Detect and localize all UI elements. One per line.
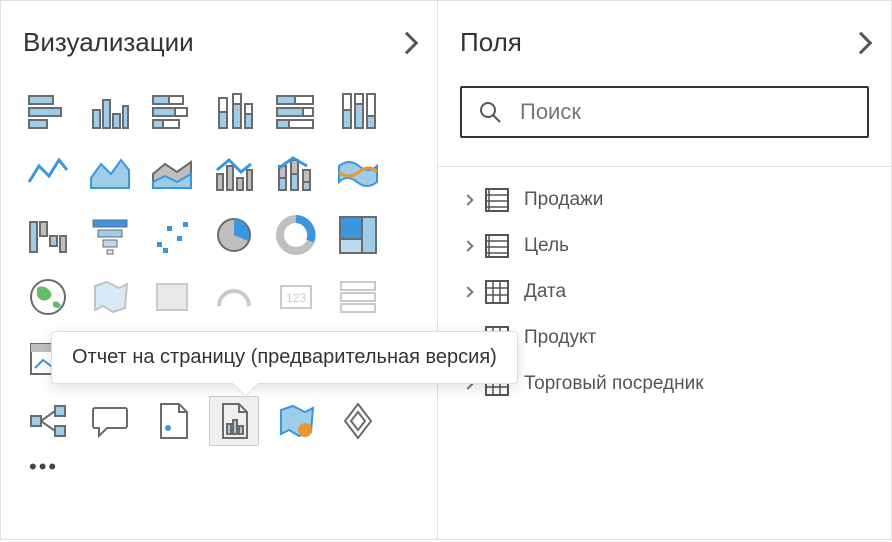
viz-key-influencers[interactable] <box>23 396 73 446</box>
field-item-goal[interactable]: Цель <box>460 223 869 269</box>
viz-stacked-column[interactable] <box>209 86 259 136</box>
visualizations-panel: Визуализации <box>0 0 438 540</box>
viz-line-stacked-column[interactable] <box>271 148 321 198</box>
viz-line-clustered-column[interactable] <box>209 148 259 198</box>
viz-paginated-report[interactable] <box>209 396 259 446</box>
viz-multirow-card[interactable] <box>333 272 383 322</box>
field-label: Дата <box>524 281 566 303</box>
viz-panel-title: Визуализации <box>23 27 194 58</box>
viz-filled-map[interactable] <box>85 272 135 322</box>
viz-arcgis[interactable] <box>271 396 321 446</box>
viz-scatter[interactable] <box>147 210 197 260</box>
viz-clustered-column[interactable] <box>85 86 135 136</box>
viz-qa[interactable] <box>85 396 135 446</box>
field-label: Торговый посредник <box>524 373 704 395</box>
viz-stacked-bar-h[interactable] <box>23 86 73 136</box>
viz-decomposition-tree[interactable] <box>147 396 197 446</box>
field-label: Цель <box>524 235 569 257</box>
viz-funnel[interactable] <box>85 210 135 260</box>
viz-pie[interactable] <box>209 210 259 260</box>
field-item-reseller[interactable]: Торговый посредник <box>460 361 869 407</box>
grid-table-icon <box>484 279 510 305</box>
viz-stacked-bar-h-2[interactable] <box>147 86 197 136</box>
viz-tooltip: Отчет на страницу (предварительная верси… <box>51 331 518 384</box>
calc-table-icon <box>484 187 510 213</box>
viz-stacked-area[interactable] <box>147 148 197 198</box>
viz-donut[interactable] <box>271 210 321 260</box>
viz-card[interactable]: 123 <box>271 272 321 322</box>
viz-power-apps[interactable] <box>333 396 383 446</box>
collapse-fields-icon[interactable] <box>850 31 873 54</box>
viz-100-stacked-column[interactable] <box>333 86 383 136</box>
collapse-viz-icon[interactable] <box>396 31 419 54</box>
field-label: Продукт <box>524 327 596 349</box>
chevron-right-icon <box>462 240 473 251</box>
viz-waterfall[interactable] <box>23 210 73 260</box>
chevron-right-icon <box>462 194 473 205</box>
search-input[interactable] <box>520 99 851 125</box>
viz-ribbon[interactable] <box>333 148 383 198</box>
fields-search[interactable] <box>460 86 869 138</box>
viz-treemap[interactable] <box>333 210 383 260</box>
divider <box>438 166 891 167</box>
viz-area[interactable] <box>85 148 135 198</box>
chevron-right-icon <box>462 286 473 297</box>
viz-line[interactable] <box>23 148 73 198</box>
field-item-date[interactable]: Дата <box>460 269 869 315</box>
viz-grid: 123 R Py <box>23 86 415 446</box>
viz-100-stacked-bar[interactable] <box>271 86 321 136</box>
tooltip-text: Отчет на страницу (предварительная верси… <box>72 346 497 368</box>
search-icon <box>478 100 502 124</box>
calc-table-icon <box>484 233 510 259</box>
viz-gauge[interactable] <box>209 272 259 322</box>
field-label: Продажи <box>524 189 603 211</box>
field-item-product[interactable]: Продукт <box>460 315 869 361</box>
fields-panel-title: Поля <box>460 27 522 58</box>
svg-text:123: 123 <box>286 291 306 305</box>
viz-more-icon[interactable]: ••• <box>23 446 415 480</box>
viz-map-globe[interactable] <box>23 272 73 322</box>
fields-panel-header: Поля <box>460 27 869 58</box>
fields-panel: Поля Продажи Цель Дата Продукт Торговый … <box>438 0 892 540</box>
viz-shape-map[interactable] <box>147 272 197 322</box>
viz-panel-header: Визуализации <box>23 27 415 58</box>
field-item-sales[interactable]: Продажи <box>460 177 869 223</box>
